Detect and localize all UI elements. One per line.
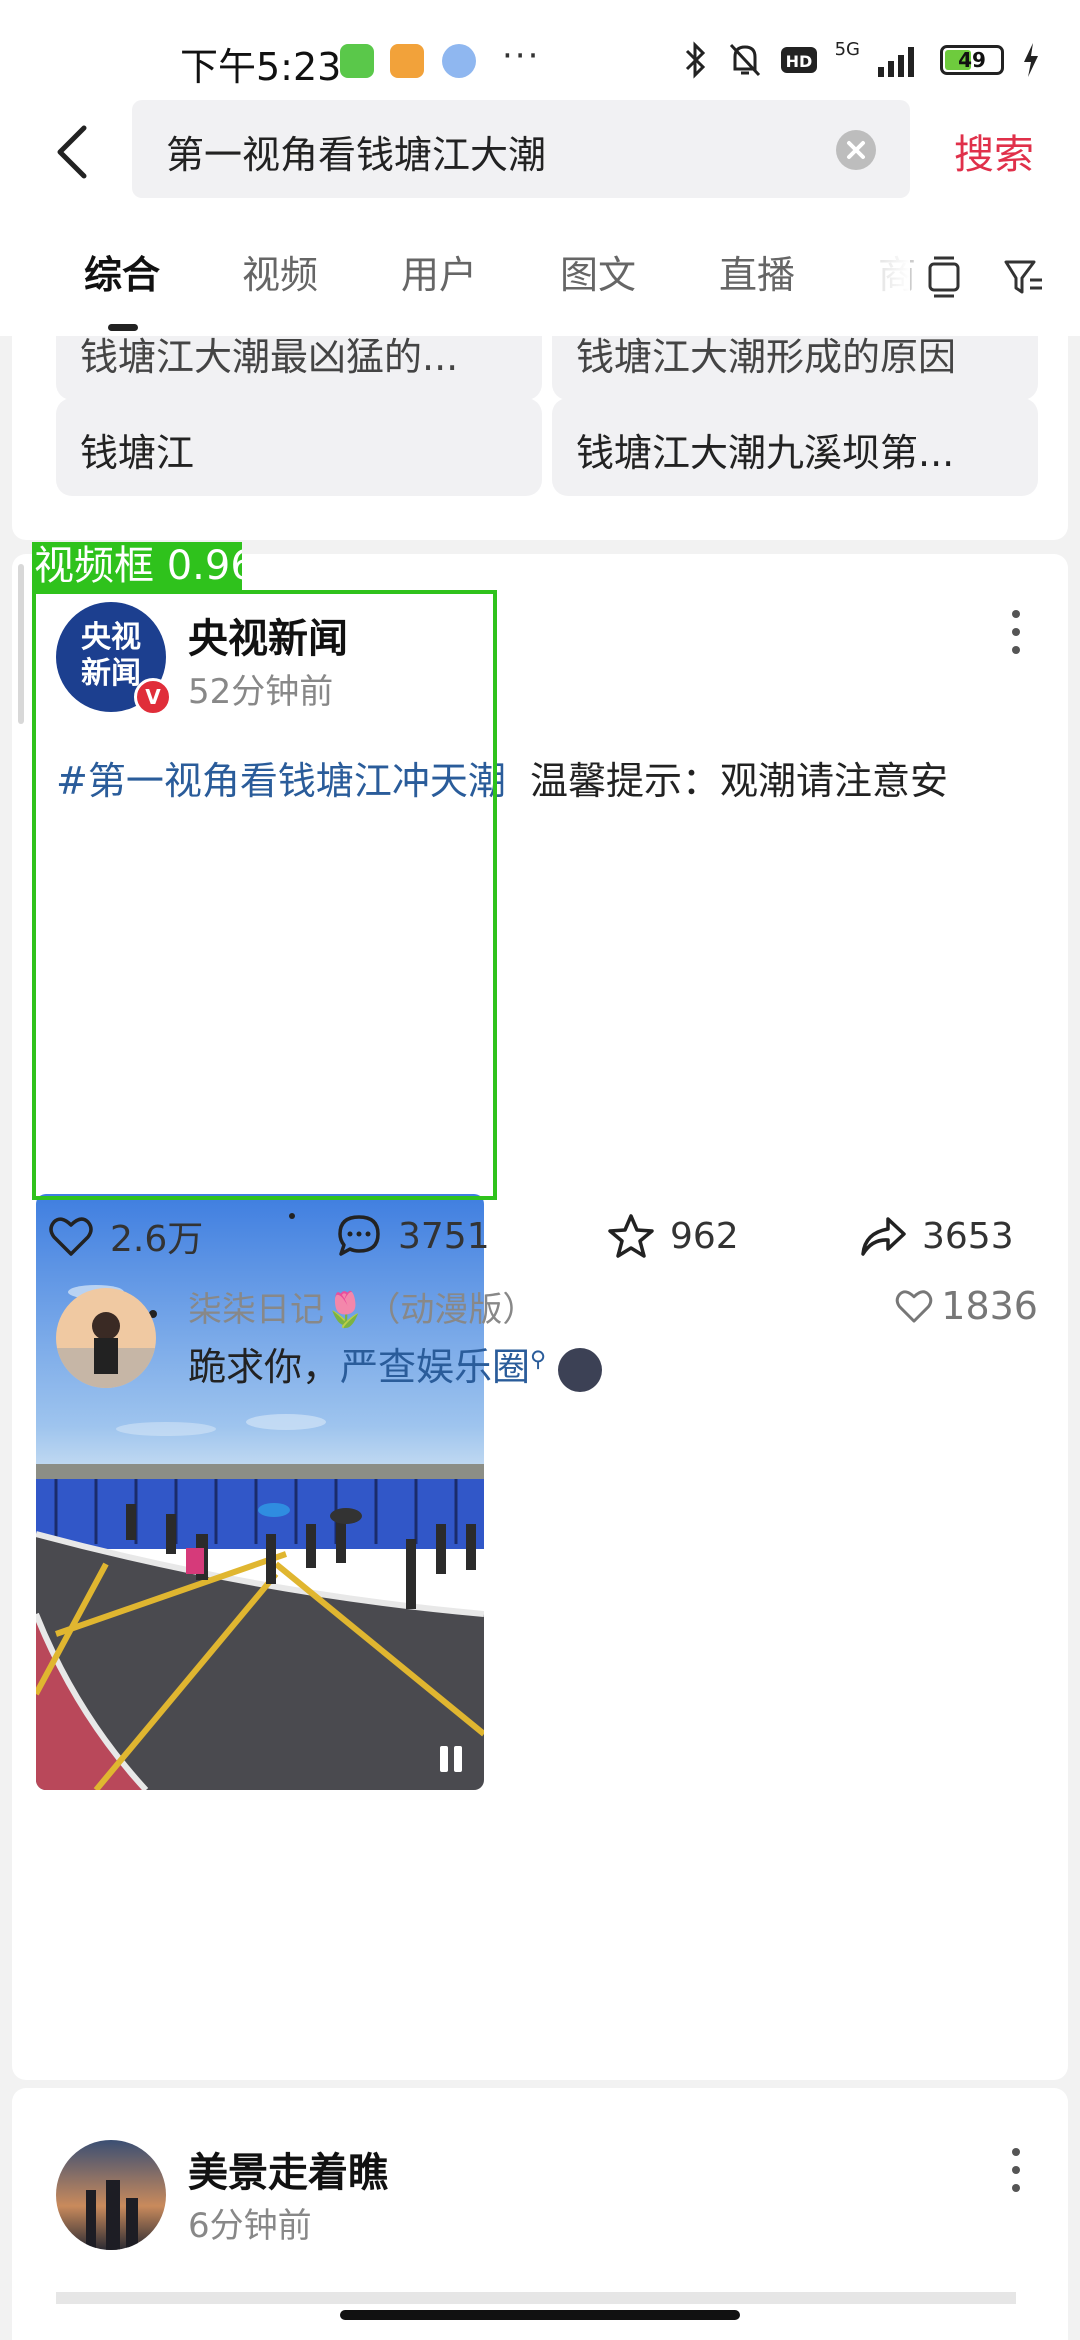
status-bar: 下午5:23 ··· HD 5G 49 [0,0,1080,110]
battery-icon: 49 [940,45,1004,75]
share-button[interactable]: 3653 [858,1206,1014,1266]
comment-button[interactable]: 3751 [334,1206,490,1266]
search-button[interactable]: 搜索 [954,122,1034,180]
mute-bell-icon [729,43,760,77]
search-small-icon: ⚲ [530,1347,547,1373]
notification-app-icon [390,44,424,78]
search-query: 第一视角看钱塘江大潮 [166,133,547,177]
tab-video[interactable]: 视频 [242,244,318,299]
tab-live[interactable]: 直播 [719,244,795,299]
commenter-avatar[interactable] [56,1288,156,1388]
back-arrow-icon[interactable] [48,122,98,182]
like-button[interactable]: 2.6万 [46,1206,203,1266]
hashtag-link[interactable]: #第一视角看钱塘江冲天潮 [56,759,506,800]
emoji-sticker-icon [558,1347,603,1392]
suggestion-chip[interactable]: 钱塘江大潮最凶猛的... [56,336,542,400]
hd-icon: HD [780,47,817,73]
favorite-count: 962 [670,1215,739,1257]
clear-search-icon[interactable] [836,130,876,170]
share-count: 3653 [922,1215,1014,1257]
heart-icon [49,1217,93,1256]
post-text[interactable]: #第一视角看钱塘江冲天潮 温馨提示：观潮请注意安 [56,750,1036,800]
post-time: 6分钟前 [188,2206,312,2246]
notification-app-icon [340,44,374,78]
post-card[interactable]: 央视新闻 V 央视新闻 52分钟前 #第一视角看钱塘江冲天潮 温馨提示：观潮请注… [12,554,1068,2080]
network-label: 5G [834,39,860,60]
filter-icon[interactable] [1000,252,1048,300]
comment-count: 3751 [398,1215,490,1257]
related-searches: 钱塘江大潮最凶猛的... 钱塘江大潮形成的原因 钱塘江 钱塘江大潮九溪坝第... [12,336,1068,540]
tab-users[interactable]: 用户 [401,244,477,299]
post-card[interactable]: 美景走着瞧 6分钟前 [12,2088,1068,2340]
notification-app-icon [442,44,476,78]
more-options-icon[interactable] [1010,610,1022,654]
layout-toggle-icon[interactable] [920,252,968,300]
tabs-fade [850,230,910,320]
home-indicator[interactable] [340,2310,740,2320]
comment-search-link[interactable]: 严查娱乐圈 [340,1345,530,1389]
favorite-button[interactable]: 962 [606,1206,739,1266]
charging-icon [1024,43,1038,77]
suggestion-chip[interactable]: 钱塘江 [56,398,542,496]
post-text-cutoff [56,2284,1016,2304]
author-name[interactable]: 美景走着瞧 [188,2140,388,2198]
author-avatar[interactable] [56,2140,166,2250]
author-name[interactable]: 央视新闻 [188,606,348,664]
battery-level: 49 [958,48,986,72]
bluetooth-icon [685,41,705,79]
comment-text: 跪求你，严查娱乐圈⚲ [188,1336,603,1392]
star-icon [608,1214,654,1258]
comment-body: 跪求你， [188,1345,341,1389]
post-body: 温馨提示：观潮请注意安 [530,759,949,800]
more-notifications-icon: ··· [502,36,541,76]
post-time: 52分钟前 [188,672,334,712]
verified-badge-icon: V [134,678,172,716]
post-actions: 2.6万 3751 962 3653 [12,1196,1068,1276]
status-icons: HD 5G 49 [683,40,1040,80]
search-header: 第一视角看钱塘江大潮 搜索 [0,100,1080,210]
suggestion-chip[interactable]: 钱塘江大潮形成的原因 [552,336,1038,400]
svg-text:HD: HD [785,52,812,71]
scroll-indicator [18,564,24,724]
suggestion-chip[interactable]: 钱塘江大潮九溪坝第... [552,398,1038,496]
comment-icon [338,1215,380,1256]
more-options-icon[interactable] [1010,2148,1022,2192]
share-icon [861,1217,906,1256]
signal-icon [878,47,914,77]
heart-icon [896,1290,933,1323]
tab-all[interactable]: 综合 [84,244,160,299]
status-time: 下午5:23 [180,45,342,89]
search-input[interactable]: 第一视角看钱塘江大潮 [132,100,910,198]
comment-like-count: 1836 [941,1284,1038,1328]
commenter-name[interactable]: 柒柒日记🌷（动漫版） [188,1282,536,1331]
active-tab-indicator [108,324,138,331]
detection-label: 视频框 0.96 [32,542,242,590]
tab-image-text[interactable]: 图文 [560,244,636,299]
comment-like-button[interactable]: 1836 [893,1284,1038,1328]
avatar-text: 央视新闻 [81,620,141,691]
result-tabs: 综合 视频 用户 图文 直播 商 [0,210,1080,336]
like-count: 2.6万 [110,1219,204,1260]
